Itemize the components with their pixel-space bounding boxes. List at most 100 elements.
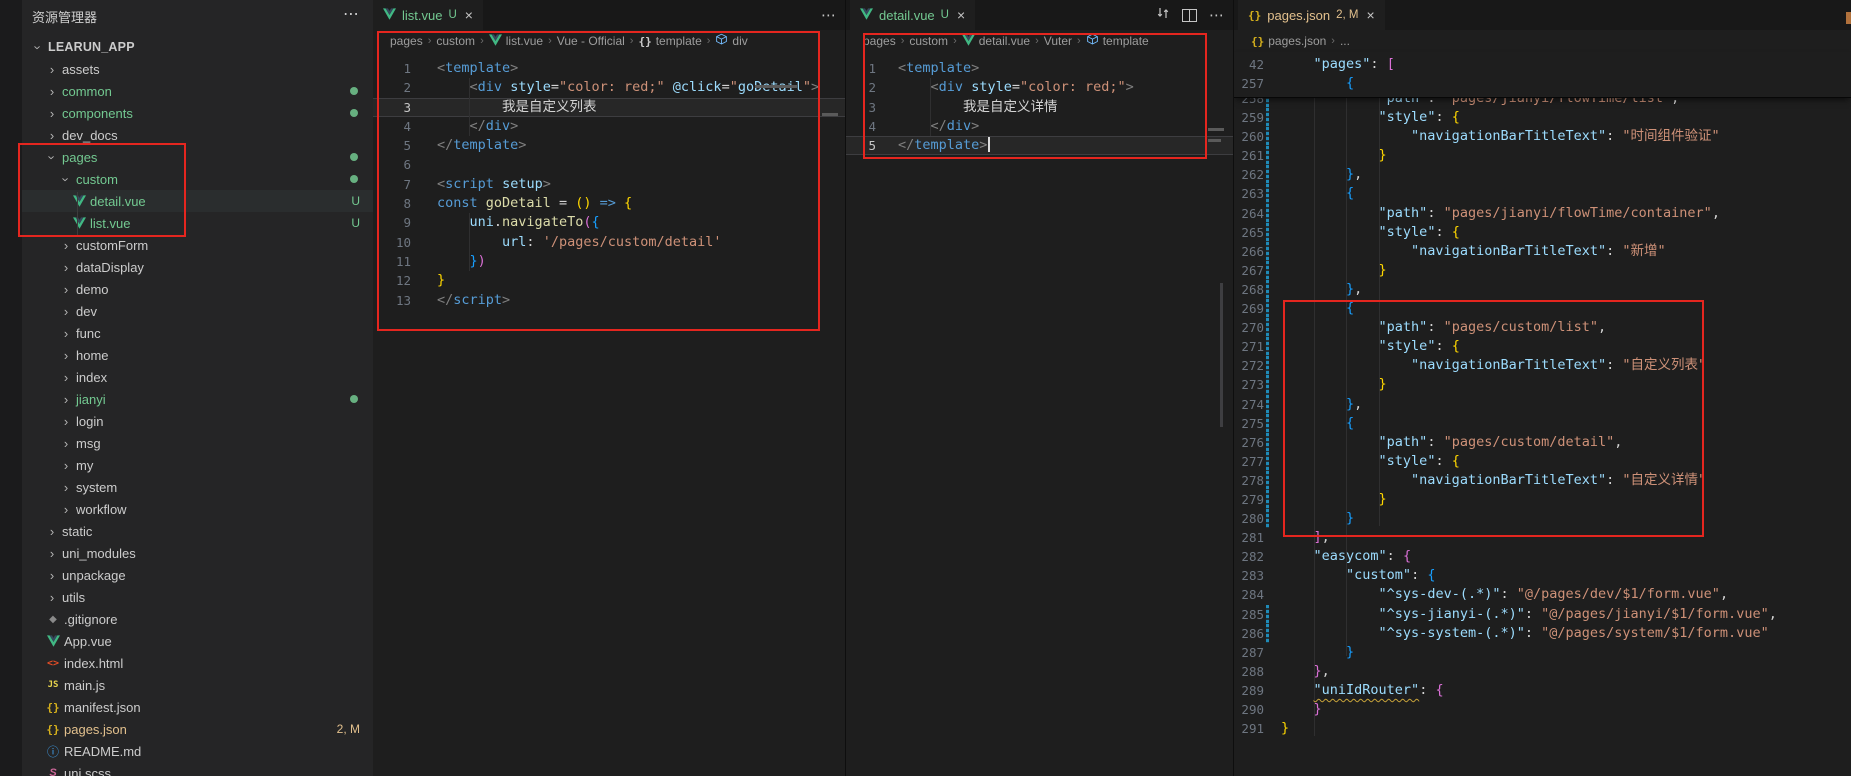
code-line[interactable]: 268 }, [1234, 280, 1851, 299]
explorer-item-detail.vue[interactable]: detail.vueU [22, 190, 373, 212]
code-line[interactable]: 287 } [1234, 643, 1851, 662]
explorer-item-home[interactable]: ›home [22, 344, 373, 366]
minimap[interactable] [755, 85, 797, 88]
explorer-item-LEARUN_APP[interactable]: ›LEARUN_APP [22, 36, 373, 58]
more-actions-icon[interactable]: ⋯ [1209, 6, 1225, 24]
explorer-item-dev[interactable]: ›dev [22, 300, 373, 322]
code-line[interactable]: 4 </div> [373, 117, 845, 136]
code-line[interactable]: 10 url: '/pages/custom/detail' [373, 233, 845, 252]
code-line[interactable]: 260 "navigationBarTitleText": "时间组件验证" [1234, 127, 1851, 146]
breadcrumb-item[interactable]: div [715, 33, 747, 49]
breadcrumb-item[interactable]: Vue - Official [557, 34, 625, 48]
code-line[interactable]: 3 我是自定义详情 [846, 98, 1233, 117]
code-line[interactable]: 259 "style": { [1234, 108, 1851, 127]
scrollbar[interactable] [1220, 283, 1223, 427]
explorer-item-demo[interactable]: ›demo [22, 278, 373, 300]
explorer-item-dev_docs[interactable]: ›dev_docs [22, 124, 373, 146]
minimap[interactable] [1208, 139, 1221, 142]
explorer-item-index.html[interactable]: <>index.html [22, 652, 373, 674]
explorer-item-common[interactable]: ›common [22, 80, 373, 102]
code-line[interactable]: 1<template> [846, 59, 1233, 78]
split-editor-icon[interactable] [1182, 9, 1197, 22]
code-line[interactable]: 42 "pages": [ [1234, 55, 1851, 74]
minimap[interactable] [1208, 128, 1224, 131]
close-icon[interactable]: × [1367, 7, 1375, 23]
code-line[interactable]: 13</script> [373, 291, 845, 310]
code-line[interactable]: 284 "^sys-dev-(.*)": "@/pages/dev/$1/for… [1234, 585, 1851, 604]
breadcrumb-item[interactable]: custom [909, 34, 948, 48]
code-line[interactable]: 278 "navigationBarTitleText": "自定义详情" [1234, 471, 1851, 490]
code-line[interactable]: 283 "custom": { [1234, 566, 1851, 585]
code-line[interactable]: 266 "navigationBarTitleText": "新增" [1234, 242, 1851, 261]
explorer-item-login[interactable]: ›login [22, 410, 373, 432]
sticky-scroll[interactable]: 42 "pages": [257 { [1234, 52, 1851, 98]
code-editor[interactable]: 1<template>2 <div style="color: red;">3 … [846, 52, 1233, 155]
code-line[interactable]: 277 "style": { [1234, 452, 1851, 471]
explorer-item-msg[interactable]: ›msg [22, 432, 373, 454]
breadcrumb-item[interactable]: template [1086, 33, 1149, 49]
explorer-item-custom[interactable]: ›custom [22, 168, 373, 190]
explorer-item-assets[interactable]: ›assets [22, 58, 373, 80]
close-icon[interactable]: × [957, 7, 965, 23]
explorer-item-components[interactable]: ›components [22, 102, 373, 124]
explorer-item-list.vue[interactable]: list.vueU [22, 212, 373, 234]
code-line[interactable]: 12} [373, 271, 845, 290]
code-line[interactable]: 6 [373, 155, 845, 174]
explorer-item-func[interactable]: ›func [22, 322, 373, 344]
code-line[interactable]: 291} [1234, 719, 1851, 738]
code-line[interactable]: 281 ], [1234, 528, 1851, 547]
code-line[interactable]: 275 { [1234, 414, 1851, 433]
code-line[interactable]: 269 { [1234, 299, 1851, 318]
tab-list-vue[interactable]: list.vue U × [373, 0, 483, 30]
close-icon[interactable]: × [465, 7, 473, 23]
explorer-item-pages[interactable]: ›pages [22, 146, 373, 168]
code-line[interactable]: 9 uni.navigateTo({ [373, 213, 845, 232]
breadcrumb-item[interactable]: detail.vue [962, 34, 1030, 49]
code-line[interactable]: 2 <div style="color: red;"> [846, 78, 1233, 97]
code-line[interactable]: 286 "^sys-system-(.*)": "@/pages/system/… [1234, 624, 1851, 643]
code-line[interactable]: 5</template> [846, 136, 1233, 155]
more-actions-icon[interactable]: ⋯ [343, 4, 359, 24]
breadcrumb-item[interactable]: custom [436, 34, 475, 48]
code-line[interactable]: 7<script setup> [373, 175, 845, 194]
code-line[interactable]: 4 </div> [846, 117, 1233, 136]
breadcrumb-item[interactable]: Vuter [1044, 34, 1072, 48]
minimap[interactable] [822, 113, 838, 116]
explorer-item-customForm[interactable]: ›customForm [22, 234, 373, 256]
code-line[interactable]: 261 } [1234, 146, 1851, 165]
breadcrumb-item[interactable]: {}pages.json [1251, 34, 1326, 48]
breadcrumb-item[interactable]: ... [1340, 34, 1350, 48]
breadcrumb-item[interactable]: pages [863, 34, 896, 48]
explorer-item-manifest.json[interactable]: {}manifest.json [22, 696, 373, 718]
code-line[interactable]: 276 "path": "pages/custom/detail", [1234, 433, 1851, 452]
code-line[interactable]: 257 { [1234, 74, 1851, 93]
more-actions-icon[interactable]: ⋯ [821, 6, 837, 24]
explorer-item-static[interactable]: ›static [22, 520, 373, 542]
breadcrumb-item[interactable]: {}template [638, 34, 701, 48]
code-line[interactable]: 280 } [1234, 509, 1851, 528]
tab-detail-vue[interactable]: detail.vue U × [850, 0, 975, 30]
code-line[interactable]: 11 }) [373, 252, 845, 271]
code-line[interactable]: 8const goDetail = () => { [373, 194, 845, 213]
code-editor[interactable]: 1<template>2 <div style="color: red;" @c… [373, 52, 845, 310]
explorer-item-.gitignore[interactable]: ◆.gitignore [22, 608, 373, 630]
code-line[interactable]: 279 } [1234, 490, 1851, 509]
explorer-item-system[interactable]: ›system [22, 476, 373, 498]
explorer-item-utils[interactable]: ›utils [22, 586, 373, 608]
explorer-item-uni_modules[interactable]: ›uni_modules [22, 542, 373, 564]
code-line[interactable]: 5</template> [373, 136, 845, 155]
breadcrumb-item[interactable]: list.vue [489, 34, 543, 49]
code-editor[interactable]: 258 "path": "pages/jianyi/flowTime/list"… [1234, 89, 1851, 776]
code-line[interactable]: 270 "path": "pages/custom/list", [1234, 318, 1851, 337]
explorer-item-README.md[interactable]: ⓘREADME.md [22, 740, 373, 762]
code-line[interactable]: 288 }, [1234, 662, 1851, 681]
code-line[interactable]: 271 "style": { [1234, 337, 1851, 356]
code-line[interactable]: 273 } [1234, 375, 1851, 394]
explorer-item-unpackage[interactable]: ›unpackage [22, 564, 373, 586]
explorer-item-pages.json[interactable]: {}pages.json2, M [22, 718, 373, 740]
code-line[interactable]: 1<template> [373, 59, 845, 78]
explorer-item-dataDisplay[interactable]: ›dataDisplay [22, 256, 373, 278]
explorer-item-jianyi[interactable]: ›jianyi [22, 388, 373, 410]
explorer-item-App.vue[interactable]: App.vue [22, 630, 373, 652]
explorer-item-main.js[interactable]: JSmain.js [22, 674, 373, 696]
